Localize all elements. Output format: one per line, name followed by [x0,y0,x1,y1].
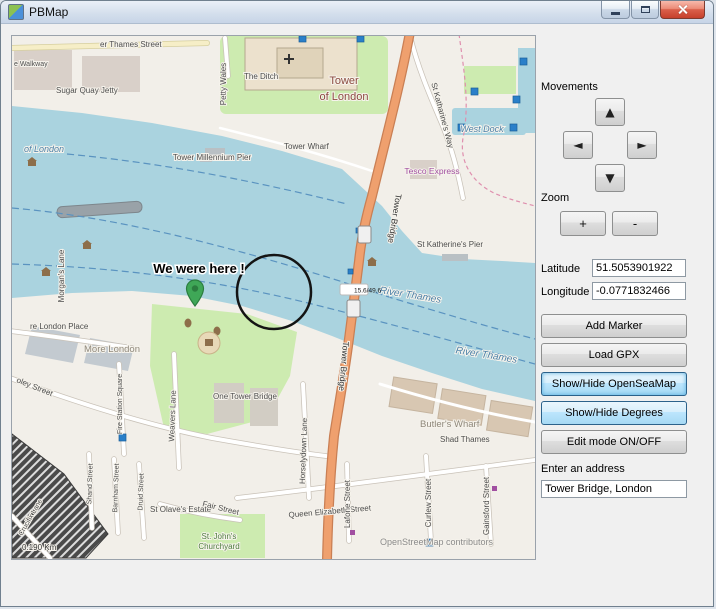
map-label: Churchyard [198,542,239,551]
shop-icon [350,530,355,535]
right-arrow-icon: ► [637,138,646,152]
map-label: West Dock [460,124,504,134]
monument-glyph [205,339,213,346]
map-label: Petty Wales [219,63,228,105]
latitude-label: Latitude [541,263,580,275]
longitude-label: Longitude [541,286,589,298]
map-label: Morgan's Lane [57,249,66,302]
up-arrow-icon: ▲ [605,105,614,119]
map-container[interactable]: e Walkway Sugar Quay Jetty er Thames Str… [11,35,536,560]
map-label: Curlew Street [424,478,433,527]
map-label: Tower [329,75,359,87]
map-label: Tower Wharf [284,142,330,151]
longitude-input[interactable] [592,282,686,300]
map-view[interactable]: e Walkway Sugar Quay Jetty er Thames Str… [12,36,535,559]
map-label: Weavers Lane [167,390,178,442]
map-label: Shad Thames [440,435,490,444]
toggle-degrees-button[interactable]: Show/Hide Degrees [541,401,687,425]
latitude-input[interactable] [592,259,686,277]
minimize-icon [611,12,620,15]
close-button[interactable] [660,1,705,19]
map-label: Butler's Wharf [420,419,480,430]
move-left-button[interactable]: ◄ [563,131,593,159]
map-label: St Katherine's Pier [417,240,483,249]
window-title: PBMap [29,5,68,19]
address-label: Enter an address [541,463,625,475]
shop-icon [492,486,497,491]
maximize-icon [641,6,650,13]
clearance-text: 15.6/49.6 [354,288,381,295]
title-bar[interactable]: PBMap [1,1,713,24]
zoom-in-button[interactable]: + [560,211,606,236]
app-icon [8,4,24,20]
map-label: Lafone Street [343,479,352,528]
app-window: PBMap [0,0,714,607]
scale-text: 0.190 Km [22,543,57,552]
map-label: of London [320,91,369,103]
move-right-button[interactable]: ► [627,131,657,159]
theatre-masks-icon [185,319,192,328]
close-icon [677,4,688,15]
movements-label: Movements [541,81,598,93]
address-input[interactable] [541,480,687,498]
map-label: One Tower Bridge [213,392,277,401]
add-marker-button[interactable]: Add Marker [541,314,687,338]
map-label: re London Place [30,322,89,331]
down-arrow-icon: ▼ [605,171,614,185]
map-label: Fire Station Square [117,374,124,434]
zoom-label: Zoom [541,192,569,204]
map-label: Shand Street [86,463,94,504]
minimize-button[interactable] [601,1,630,19]
map-label: The Ditch [244,72,278,81]
map-label: Tower Millennium Pier [173,153,252,162]
map-label: Tesco Express [404,166,459,176]
map-label: Gainsford Street [482,476,491,535]
map-label: St. John's [202,532,237,541]
zoom-out-button[interactable]: - [612,211,658,236]
maximize-button[interactable] [631,1,659,19]
map-label: of London [24,144,64,154]
map-label: e Walkway [14,61,48,68]
move-down-button[interactable]: ▼ [595,164,625,192]
toggle-openseamap-button[interactable]: Show/Hide OpenSeaMap [541,372,687,396]
map-label: er Thames Street [100,40,162,49]
marker-caption: We were here ! [153,261,245,276]
move-up-button[interactable]: ▲ [595,98,625,126]
load-gpx-button[interactable]: Load GPX [541,343,687,367]
left-arrow-icon: ◄ [573,138,582,152]
edit-mode-button[interactable]: Edit mode ON/OFF [541,430,687,454]
attribution-text: OpenStreetMap contributors [380,537,494,547]
map-label: Druid Street [137,473,145,511]
map-label: Sugar Quay Jetty [56,86,118,95]
map-label: More London [84,344,140,355]
